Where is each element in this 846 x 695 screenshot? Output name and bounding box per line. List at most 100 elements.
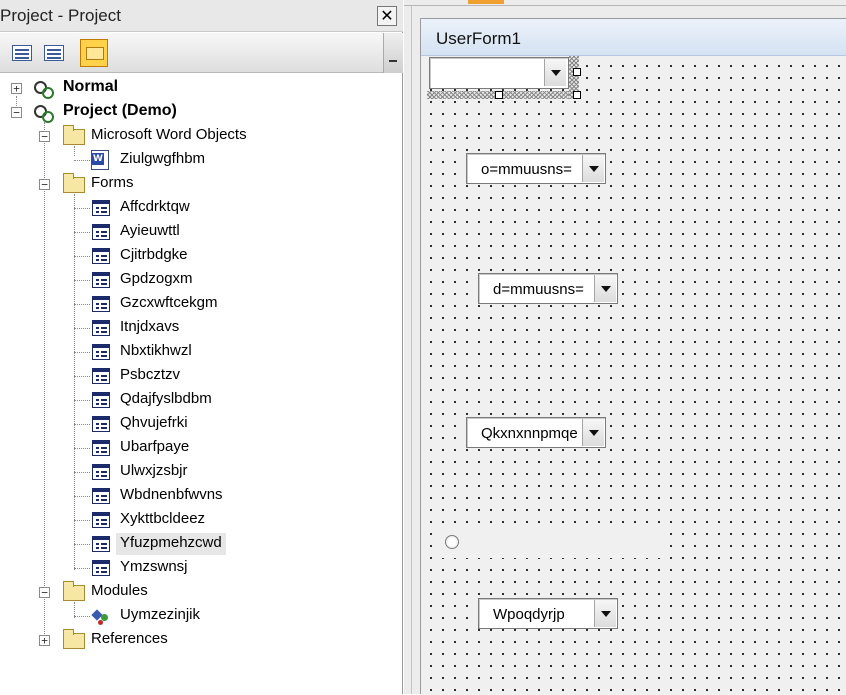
combobox[interactable]: d=mmuusns= [478,273,618,304]
tree-item-label: Psbcztzv [120,366,181,383]
tree-item-label: Qhvujefrki [120,414,188,431]
userform-icon [92,536,110,552]
resize-handle[interactable] [573,68,581,76]
tree-item-form[interactable]: Qdajfyslbdbm [0,388,400,412]
tree-folder-word-objects[interactable]: − Microsoft Word Objects [0,124,400,148]
chevron-down-icon[interactable] [594,600,616,627]
chevron-down-icon[interactable] [544,59,566,86]
combobox[interactable]: Wpoqdyrjp [478,598,618,629]
project-toolbar [0,33,403,73]
chevron-down-icon[interactable] [582,155,604,182]
view-code-icon [12,45,32,61]
combobox[interactable]: o=mmuusns= [466,153,606,184]
folder-icon [86,47,104,60]
userform-icon [92,392,110,408]
combobox-text: d=mmuusns= [493,281,584,298]
tree-folder-references[interactable]: + References [0,628,400,652]
collapse-icon[interactable]: − [39,131,50,142]
combobox-text: Qkxnxnnpmqe [481,425,578,442]
project-icon [32,102,54,123]
collapse-icon[interactable]: − [39,179,50,190]
chevron-down-icon[interactable] [594,275,616,302]
userform-title: UserForm1 [436,29,522,48]
tree-item-label: Microsoft Word Objects [91,126,247,143]
tree-item-label: Ziulgwgfhbm [120,150,206,167]
tree-item-form[interactable]: Ubarfpaye [0,436,400,460]
tree-item-normal[interactable]: + Normal [0,76,400,100]
tree-item-label: Qdajfyslbdbm [120,390,212,407]
folder-icon [63,629,85,649]
userform-icon [92,464,110,480]
tree-folder-modules[interactable]: − Modules [0,580,400,604]
close-icon[interactable]: ✕ [377,6,397,26]
expand-icon[interactable]: + [39,635,50,646]
tree-item-form[interactable]: Gzcxwftcekgm [0,292,400,316]
radio-icon[interactable] [445,535,459,549]
tree-item-form[interactable]: Nbxtikhwzl [0,340,400,364]
tree-item-form[interactable]: Ulwxjzsbjr [0,460,400,484]
userform-icon [92,440,110,456]
tree-item-form[interactable]: Xykttbcldeez [0,508,400,532]
userform-title-bar[interactable]: UserForm1 [421,19,846,56]
tree-item-project[interactable]: − Project (Demo) [0,100,400,124]
userform-icon [92,512,110,528]
tree-item-form[interactable]: Itnjdxavs [0,316,400,340]
tree-item-label: Normal [63,78,119,95]
combobox-text: o=mmuusns= [481,161,572,178]
resize-handle[interactable] [573,91,581,99]
option-button[interactable] [441,526,661,558]
tree-item-label: Wbdnenbfwvns [120,486,223,503]
userform-icon [92,296,110,312]
userform-icon [92,224,110,240]
tree-item-form[interactable]: Affcdrktqw [0,196,400,220]
combobox-text: Wpoqdyrjp [493,606,565,623]
view-object-button[interactable] [40,39,68,67]
tree-item-form[interactable]: Gpdzogxm [0,268,400,292]
tree-item-label-selected: Yfuzpmehzcwd [116,533,226,555]
tree-item-form[interactable]: Ayieuwttl [0,220,400,244]
pane-title: Project - Project [0,6,121,25]
tree-item-form[interactable]: Psbcztzv [0,364,400,388]
collapse-icon[interactable]: − [39,587,50,598]
combobox[interactable]: Qkxnxnnpmqe [466,417,606,448]
pane-title-bar: Project - Project ✕ [0,0,403,32]
tree-item-form[interactable]: Qhvujefrki [0,412,400,436]
tree-item-label: Modules [91,582,148,599]
word-document-icon [91,150,109,170]
tree-item-form[interactable]: Ymzswnsj [0,556,400,580]
view-code-button[interactable] [8,39,36,67]
selected-combobox[interactable] [429,57,569,89]
module-icon [91,607,111,625]
folder-icon [63,173,85,193]
tree-item-label: Uymzezinjik [120,606,201,623]
tree-item-form[interactable]: Yfuzpmehzcwd [0,532,400,556]
tree-item-label: Gpdzogxm [120,270,193,287]
chevron-down-icon[interactable] [582,419,604,446]
tree-item-form[interactable]: Wbdnenbfwvns [0,484,400,508]
tree-item-label: Xykttbcldeez [120,510,206,527]
userform-icon [92,320,110,336]
project-tree: + Normal − Project (Demo) − Microsoft Wo… [0,76,402,694]
tree-item-label: Forms [91,174,134,191]
userform-icon [92,200,110,216]
tree-item-label: Ymzswnsj [120,558,188,575]
active-tab-accent [468,0,504,4]
toolbar-overflow-button[interactable] [383,33,403,73]
tree-item-form[interactable]: Cjitrbdgke [0,244,400,268]
tree-item-label: Cjitrbdgke [120,246,188,263]
userform-icon [92,560,110,576]
userform-window[interactable]: UserForm1 o=mmuusns= d=mmuusns= Qkxnxnnp… [420,18,846,695]
tree-item-module[interactable]: Uymzezinjik [0,604,400,628]
resize-handle[interactable] [495,91,503,99]
tree-item-document[interactable]: Ziulgwgfhbm [0,148,400,172]
tree-folder-forms[interactable]: − Forms [0,172,400,196]
expand-icon[interactable]: + [11,83,22,94]
userform-icon [92,488,110,504]
userform-canvas[interactable]: o=mmuusns= d=mmuusns= Qkxnxnnpmqe Wpoqdy… [421,56,846,695]
tree-item-label: Ayieuwttl [120,222,180,239]
collapse-icon[interactable]: − [11,107,22,118]
designer-margin [404,6,412,694]
toggle-folders-button[interactable] [80,39,108,67]
folder-icon [63,581,85,601]
tree-item-label: Nbxtikhwzl [120,342,192,359]
